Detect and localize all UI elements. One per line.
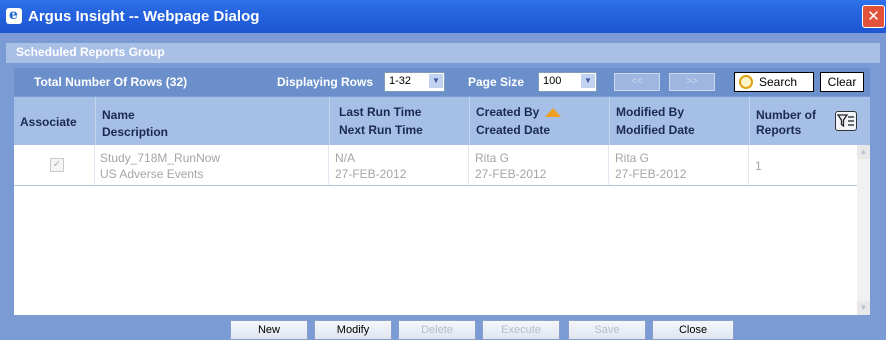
col-last-run-label: Last Run Time	[339, 105, 422, 119]
column-divider	[94, 145, 95, 185]
filter-icon[interactable]	[835, 111, 857, 131]
associate-checkbox[interactable]: ✓	[50, 158, 64, 172]
column-divider	[468, 145, 469, 185]
displaying-rows-label: Displaying Rows	[277, 75, 374, 89]
col-modified-date-label: Modified Date	[616, 123, 695, 137]
new-button[interactable]: New	[230, 320, 308, 340]
delete-button[interactable]: Delete	[398, 320, 476, 340]
grid-header: Associate Name Description Last Run Time…	[14, 97, 870, 145]
column-divider	[608, 145, 609, 185]
col-associate-label: Associate	[20, 115, 77, 129]
row-num-reports: 1	[755, 159, 762, 173]
chevron-down-icon: ▼	[581, 74, 595, 88]
next-page-button[interactable]: >>	[669, 73, 715, 91]
search-button-label: Search	[759, 75, 798, 89]
total-rows-label: Total Number Of Rows (32)	[34, 75, 188, 89]
search-button[interactable]: Search	[734, 72, 814, 92]
col-description-label: Description	[102, 125, 169, 139]
col-next-run-label: Next Run Time	[339, 123, 423, 137]
col-modified-by-label: Modified By	[616, 105, 684, 119]
sort-ascending-icon	[545, 108, 562, 117]
row-created-by: Rita G	[475, 151, 510, 165]
col-created-by-label: Created By	[476, 105, 540, 119]
close-window-button[interactable]: ✕	[862, 5, 885, 28]
clear-button[interactable]: Clear	[820, 72, 864, 92]
window-titlebar: e Argus Insight -- Webpage Dialog ✕	[0, 0, 886, 33]
save-button[interactable]: Save	[568, 320, 646, 340]
col-num-reports-label-2: Reports	[756, 123, 802, 137]
displaying-rows-select[interactable]: 1-32 ▼	[384, 72, 445, 92]
column-divider	[748, 145, 749, 185]
close-button[interactable]: Close	[652, 320, 734, 340]
group-header: Scheduled Reports Group	[6, 43, 880, 63]
col-num-reports-label-1: Number of	[756, 108, 816, 122]
row-modified-by: Rita G	[615, 151, 650, 165]
page-size-label: Page Size	[468, 75, 525, 89]
group-title: Scheduled Reports Group	[16, 45, 165, 59]
displaying-rows-value: 1-32	[389, 75, 412, 87]
row-last-run: N/A	[335, 151, 356, 165]
scroll-down-icon[interactable]: ▼	[857, 301, 870, 315]
col-run-time[interactable]: Last Run Time Next Run Time	[329, 97, 469, 145]
page-size-select[interactable]: 100 ▼	[538, 72, 597, 92]
grid-toolbar: Total Number Of Rows (32) Displaying Row…	[14, 68, 870, 96]
chevron-down-icon: ▼	[429, 74, 443, 88]
col-created-date-label: Created Date	[476, 123, 551, 137]
row-created-date: 27-FEB-2012	[475, 167, 547, 181]
col-associate[interactable]: Associate	[14, 97, 94, 145]
window-title: Argus Insight -- Webpage Dialog	[28, 8, 260, 25]
table-row[interactable]: ✓ Study_718M_RunNow US Adverse Events N/…	[14, 145, 857, 186]
scroll-up-icon[interactable]: ▲	[857, 145, 870, 159]
execute-button[interactable]: Execute	[482, 320, 560, 340]
previous-page-button[interactable]: <<	[614, 73, 660, 91]
col-name-label: Name	[102, 108, 135, 122]
reports-grid: Associate Name Description Last Run Time…	[14, 97, 870, 315]
vertical-scrollbar[interactable]: ▲ ▼	[857, 145, 870, 315]
row-modified-date: 27-FEB-2012	[615, 167, 687, 181]
row-description: US Adverse Events	[100, 167, 204, 181]
row-name: Study_718M_RunNow	[100, 151, 221, 165]
page-size-value: 100	[543, 75, 562, 87]
row-next-run: 27-FEB-2012	[335, 167, 407, 181]
col-modified[interactable]: Modified By Modified Date	[609, 97, 749, 145]
search-icon	[739, 75, 753, 89]
column-divider	[328, 145, 329, 185]
col-created[interactable]: Created By Created Date	[469, 97, 609, 145]
ie-icon: e	[6, 7, 22, 24]
col-name-description[interactable]: Name Description	[95, 97, 329, 145]
action-bar: New Modify Delete Execute Save Close	[6, 318, 880, 340]
modify-button[interactable]: Modify	[314, 320, 392, 340]
